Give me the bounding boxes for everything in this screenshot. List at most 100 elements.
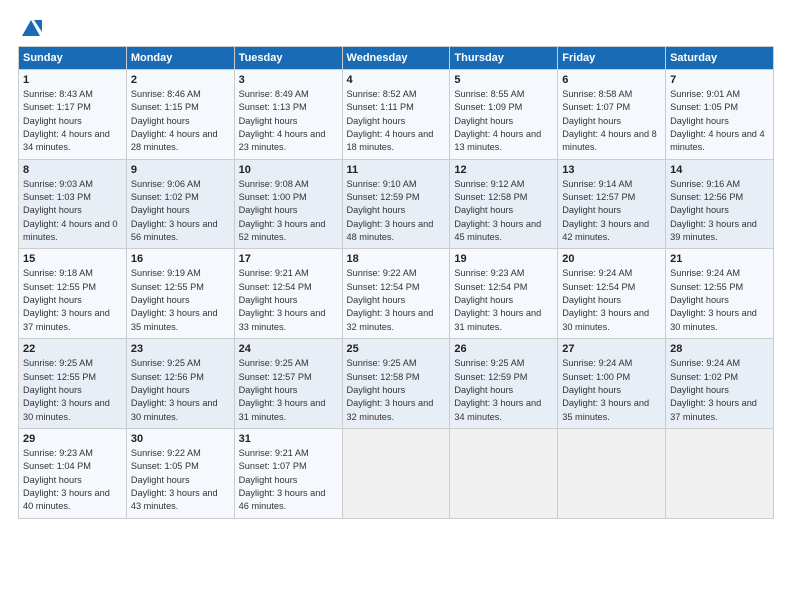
day-number: 24: [239, 343, 338, 355]
day-info: Sunrise: 8:49 AMSunset: 1:13 PMDaylight …: [239, 89, 326, 152]
calendar-cell: 12 Sunrise: 9:12 AMSunset: 12:58 PMDayli…: [450, 159, 558, 249]
weekday-header-saturday: Saturday: [666, 47, 774, 70]
day-info: Sunrise: 9:23 AMSunset: 12:54 PMDaylight…: [454, 268, 541, 331]
day-info: Sunrise: 9:03 AMSunset: 1:03 PMDaylight …: [23, 179, 118, 242]
day-info: Sunrise: 9:10 AMSunset: 12:59 PMDaylight…: [347, 179, 434, 242]
calendar-cell: 23 Sunrise: 9:25 AMSunset: 12:56 PMDayli…: [126, 339, 234, 429]
day-number: 21: [670, 253, 769, 265]
calendar-cell: 25 Sunrise: 9:25 AMSunset: 12:58 PMDayli…: [342, 339, 450, 429]
calendar-cell: 1 Sunrise: 8:43 AMSunset: 1:17 PMDayligh…: [19, 70, 127, 160]
calendar-cell: 14 Sunrise: 9:16 AMSunset: 12:56 PMDayli…: [666, 159, 774, 249]
calendar-cell: 6 Sunrise: 8:58 AMSunset: 1:07 PMDayligh…: [558, 70, 666, 160]
calendar-cell: 8 Sunrise: 9:03 AMSunset: 1:03 PMDayligh…: [19, 159, 127, 249]
day-info: Sunrise: 9:21 AMSunset: 12:54 PMDaylight…: [239, 268, 326, 331]
day-number: 8: [23, 164, 122, 176]
calendar-cell: 4 Sunrise: 8:52 AMSunset: 1:11 PMDayligh…: [342, 70, 450, 160]
day-number: 28: [670, 343, 769, 355]
day-info: Sunrise: 9:01 AMSunset: 1:05 PMDaylight …: [670, 89, 765, 152]
day-number: 31: [239, 433, 338, 445]
day-number: 27: [562, 343, 661, 355]
day-number: 5: [454, 74, 553, 86]
day-info: Sunrise: 9:24 AMSunset: 1:02 PMDaylight …: [670, 358, 757, 421]
day-number: 18: [347, 253, 446, 265]
day-number: 22: [23, 343, 122, 355]
calendar-cell: 26 Sunrise: 9:25 AMSunset: 12:59 PMDayli…: [450, 339, 558, 429]
calendar-table: SundayMondayTuesdayWednesdayThursdayFrid…: [18, 46, 774, 519]
day-info: Sunrise: 9:18 AMSunset: 12:55 PMDaylight…: [23, 268, 110, 331]
day-number: 6: [562, 74, 661, 86]
day-info: Sunrise: 9:21 AMSunset: 1:07 PMDaylight …: [239, 448, 326, 511]
day-number: 9: [131, 164, 230, 176]
day-info: Sunrise: 9:25 AMSunset: 12:55 PMDaylight…: [23, 358, 110, 421]
calendar-cell: 15 Sunrise: 9:18 AMSunset: 12:55 PMDayli…: [19, 249, 127, 339]
calendar-cell: 16 Sunrise: 9:19 AMSunset: 12:55 PMDayli…: [126, 249, 234, 339]
day-number: 19: [454, 253, 553, 265]
day-number: 13: [562, 164, 661, 176]
day-info: Sunrise: 9:25 AMSunset: 12:58 PMDaylight…: [347, 358, 434, 421]
logo: [18, 18, 42, 36]
day-number: 2: [131, 74, 230, 86]
day-info: Sunrise: 9:24 AMSunset: 12:55 PMDaylight…: [670, 268, 757, 331]
calendar-cell: 27 Sunrise: 9:24 AMSunset: 1:00 PMDaylig…: [558, 339, 666, 429]
day-info: Sunrise: 8:52 AMSunset: 1:11 PMDaylight …: [347, 89, 434, 152]
weekday-header-tuesday: Tuesday: [234, 47, 342, 70]
calendar-cell: [666, 428, 774, 518]
day-number: 16: [131, 253, 230, 265]
calendar-cell: 10 Sunrise: 9:08 AMSunset: 1:00 PMDaylig…: [234, 159, 342, 249]
day-info: Sunrise: 9:06 AMSunset: 1:02 PMDaylight …: [131, 179, 218, 242]
day-info: Sunrise: 9:25 AMSunset: 12:59 PMDaylight…: [454, 358, 541, 421]
calendar-cell: 24 Sunrise: 9:25 AMSunset: 12:57 PMDayli…: [234, 339, 342, 429]
calendar-cell: 19 Sunrise: 9:23 AMSunset: 12:54 PMDayli…: [450, 249, 558, 339]
day-info: Sunrise: 8:58 AMSunset: 1:07 PMDaylight …: [562, 89, 657, 152]
calendar-cell: 18 Sunrise: 9:22 AMSunset: 12:54 PMDayli…: [342, 249, 450, 339]
day-number: 17: [239, 253, 338, 265]
calendar-cell: 5 Sunrise: 8:55 AMSunset: 1:09 PMDayligh…: [450, 70, 558, 160]
calendar-cell: 20 Sunrise: 9:24 AMSunset: 12:54 PMDayli…: [558, 249, 666, 339]
day-info: Sunrise: 8:55 AMSunset: 1:09 PMDaylight …: [454, 89, 541, 152]
calendar-cell: 28 Sunrise: 9:24 AMSunset: 1:02 PMDaylig…: [666, 339, 774, 429]
day-info: Sunrise: 8:43 AMSunset: 1:17 PMDaylight …: [23, 89, 110, 152]
calendar-cell: 22 Sunrise: 9:25 AMSunset: 12:55 PMDayli…: [19, 339, 127, 429]
day-info: Sunrise: 9:19 AMSunset: 12:55 PMDaylight…: [131, 268, 218, 331]
day-info: Sunrise: 9:22 AMSunset: 1:05 PMDaylight …: [131, 448, 218, 511]
day-info: Sunrise: 9:25 AMSunset: 12:57 PMDaylight…: [239, 358, 326, 421]
weekday-header-friday: Friday: [558, 47, 666, 70]
calendar-cell: 11 Sunrise: 9:10 AMSunset: 12:59 PMDayli…: [342, 159, 450, 249]
calendar-cell: 29 Sunrise: 9:23 AMSunset: 1:04 PMDaylig…: [19, 428, 127, 518]
day-number: 12: [454, 164, 553, 176]
day-info: Sunrise: 8:46 AMSunset: 1:15 PMDaylight …: [131, 89, 218, 152]
day-number: 23: [131, 343, 230, 355]
day-info: Sunrise: 9:23 AMSunset: 1:04 PMDaylight …: [23, 448, 110, 511]
weekday-header-wednesday: Wednesday: [342, 47, 450, 70]
day-number: 20: [562, 253, 661, 265]
logo-icon: [20, 18, 42, 40]
day-number: 14: [670, 164, 769, 176]
calendar-cell: 7 Sunrise: 9:01 AMSunset: 1:05 PMDayligh…: [666, 70, 774, 160]
day-info: Sunrise: 9:14 AMSunset: 12:57 PMDaylight…: [562, 179, 649, 242]
weekday-header-sunday: Sunday: [19, 47, 127, 70]
day-info: Sunrise: 9:12 AMSunset: 12:58 PMDaylight…: [454, 179, 541, 242]
day-number: 30: [131, 433, 230, 445]
day-number: 1: [23, 74, 122, 86]
day-number: 25: [347, 343, 446, 355]
day-number: 3: [239, 74, 338, 86]
calendar-cell: [450, 428, 558, 518]
day-number: 29: [23, 433, 122, 445]
day-info: Sunrise: 9:24 AMSunset: 1:00 PMDaylight …: [562, 358, 649, 421]
day-number: 4: [347, 74, 446, 86]
day-number: 26: [454, 343, 553, 355]
calendar-cell: 31 Sunrise: 9:21 AMSunset: 1:07 PMDaylig…: [234, 428, 342, 518]
calendar-cell: 17 Sunrise: 9:21 AMSunset: 12:54 PMDayli…: [234, 249, 342, 339]
day-number: 15: [23, 253, 122, 265]
calendar-cell: 9 Sunrise: 9:06 AMSunset: 1:02 PMDayligh…: [126, 159, 234, 249]
day-info: Sunrise: 9:24 AMSunset: 12:54 PMDaylight…: [562, 268, 649, 331]
calendar-cell: 3 Sunrise: 8:49 AMSunset: 1:13 PMDayligh…: [234, 70, 342, 160]
calendar-cell: 13 Sunrise: 9:14 AMSunset: 12:57 PMDayli…: [558, 159, 666, 249]
day-number: 11: [347, 164, 446, 176]
day-info: Sunrise: 9:25 AMSunset: 12:56 PMDaylight…: [131, 358, 218, 421]
day-info: Sunrise: 9:08 AMSunset: 1:00 PMDaylight …: [239, 179, 326, 242]
page-header: [18, 18, 774, 36]
calendar-cell: [558, 428, 666, 518]
calendar-cell: 2 Sunrise: 8:46 AMSunset: 1:15 PMDayligh…: [126, 70, 234, 160]
weekday-header-monday: Monday: [126, 47, 234, 70]
